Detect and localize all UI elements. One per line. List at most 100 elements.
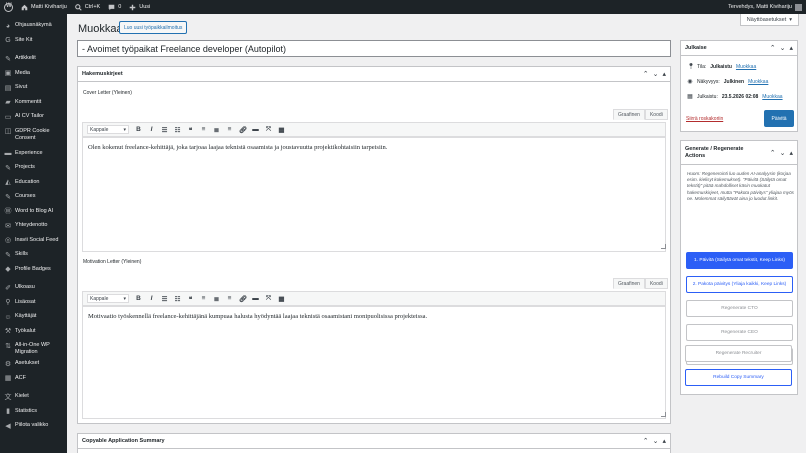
add-new-button[interactable]: Luo uusi työpaikkailmoitus	[119, 21, 188, 34]
tab-visual[interactable]: Graafinen	[613, 109, 645, 120]
update-keep-texts-button[interactable]: 1. Päivitä (Säilytä omat tekstit, Keep L…	[686, 252, 793, 269]
tab-code[interactable]: Koodi	[644, 278, 668, 289]
update-button[interactable]: Päivitä	[764, 110, 794, 127]
fullscreen-icon[interactable]: ⤧	[265, 126, 272, 134]
stats-icon: ▮	[6, 408, 10, 415]
regenerate-recruiter-button[interactable]: Regenerate Recruiter	[685, 345, 792, 362]
resize-handle[interactable]	[661, 244, 666, 249]
sidebar-item[interactable]: ▬ Experience	[0, 148, 67, 163]
format-select[interactable]: Kappale ▾	[87, 294, 129, 303]
move-up-icon[interactable]: ⌃	[770, 149, 776, 157]
sidebar-item[interactable]: ✐ Ulkoasu	[0, 282, 67, 297]
motivation-letter-label: Motivation Letter (Yleinen)	[83, 259, 142, 265]
toggle-icon[interactable]: ▴	[789, 149, 793, 157]
align-center-icon[interactable]: ≣	[213, 126, 220, 134]
comments-menu[interactable]: 0	[108, 4, 121, 11]
move-down-icon[interactable]: ⌄	[780, 44, 786, 52]
sidebar-item-label: Sivut	[15, 84, 28, 90]
bullet-list-icon[interactable]: ☰	[161, 295, 168, 303]
sidebar-item[interactable]: ⚙ Asetukset	[0, 358, 67, 373]
blockquote-icon[interactable]: ❝	[187, 126, 194, 134]
sidebar-item[interactable]: ▭ AI CV Tailor	[0, 111, 67, 126]
move-down-icon[interactable]: ⌄	[653, 437, 659, 445]
move-up-icon[interactable]: ⌃	[770, 44, 776, 52]
link-icon[interactable]: 🔗︎	[239, 295, 247, 303]
sidebar-item[interactable]: ◕ Ohjausnäkymä	[0, 20, 67, 35]
screen-options-button[interactable]: Näyttöasetukset ▾	[739, 14, 799, 26]
sidebar-item[interactable]: ▰ Kommentit	[0, 97, 67, 112]
italic-icon[interactable]: I	[148, 126, 155, 133]
rebuild-copy-summary-button[interactable]: Rebuild Copy Summary	[685, 369, 792, 386]
move-up-icon[interactable]: ⌃	[643, 70, 649, 78]
sidebar-item[interactable]: ◭ Education	[0, 177, 67, 192]
sidebar-item[interactable]: ✎ Projects	[0, 162, 67, 177]
cover-letter-editor[interactable]: Olen kokenut freelance-kehittäjä, joka t…	[82, 137, 666, 252]
regenerate-ceo-button[interactable]: Regenerate CEO	[686, 324, 793, 341]
move-down-icon[interactable]: ⌄	[780, 149, 786, 157]
post-title-input[interactable]: - Avoimet työpaikat Freelance developer …	[77, 40, 671, 57]
toggle-icon[interactable]: ▴	[662, 70, 666, 78]
italic-icon[interactable]: I	[148, 295, 155, 302]
tab-code[interactable]: Koodi	[644, 109, 668, 120]
command-palette-button[interactable]: Ctrl+K	[74, 3, 100, 11]
toggle-icon[interactable]: ▴	[662, 437, 666, 445]
bullet-list-icon[interactable]: ☰	[161, 126, 168, 134]
align-left-icon[interactable]: ≡	[200, 295, 207, 302]
regenerate-cto-button[interactable]: Regenerate CTO	[686, 300, 793, 317]
edit-date-link[interactable]: Muokkaa	[762, 94, 782, 100]
move-up-icon[interactable]: ⌃	[643, 437, 649, 445]
sidebar-item[interactable]: ⚲ Lisäosat	[0, 297, 67, 312]
sidebar-item[interactable]: ✎ Skills	[0, 249, 67, 264]
sidebar-item[interactable]: ✎ Courses	[0, 191, 67, 206]
align-right-icon[interactable]: ≡	[226, 295, 233, 302]
sidebar-item[interactable]: ⚒ Työkalut	[0, 326, 67, 341]
wordpress-logo-menu[interactable]	[4, 2, 13, 12]
sidebar-item[interactable]: G Site Kit	[0, 35, 67, 50]
move-to-trash-link[interactable]: Siirrä roskakoriin	[686, 116, 723, 122]
force-update-button[interactable]: 2. Pakota päivitys (Yliaja kaikki, Keep …	[686, 276, 793, 293]
numbered-list-icon[interactable]: ☷	[174, 126, 181, 134]
edit-status-link[interactable]: Muokkaa	[736, 64, 756, 70]
align-left-icon[interactable]: ≡	[200, 126, 207, 133]
tab-visual[interactable]: Graafinen	[613, 278, 645, 289]
new-content-menu[interactable]: Uusi	[129, 4, 150, 11]
move-down-icon[interactable]: ⌄	[653, 70, 659, 78]
read-more-icon[interactable]: ▬	[252, 295, 259, 302]
align-center-icon[interactable]: ≣	[213, 295, 220, 303]
bold-icon[interactable]: B	[135, 126, 142, 133]
fullscreen-icon[interactable]: ⤧	[265, 295, 272, 303]
toolbar-toggle-icon[interactable]: ▦	[278, 295, 285, 303]
blockquote-icon[interactable]: ❝	[187, 295, 194, 303]
toolbar-toggle-icon[interactable]: ▦	[278, 126, 285, 134]
sidebar-item[interactable]: ▣ Media	[0, 68, 67, 83]
sidebar-item[interactable]: ▤ Sivut	[0, 82, 67, 97]
link-icon[interactable]: 🔗︎	[239, 126, 247, 134]
sidebar-item[interactable]: ⇅ All-in-One WP Migration	[0, 340, 67, 358]
acf-icon: ▦	[4, 375, 12, 382]
motivation-letter-editor[interactable]: Motivaatio työskennellä freelance-kehitt…	[82, 306, 666, 419]
tools-icon: ⚒	[4, 328, 12, 335]
sidebar-item[interactable]: ✉ Yhteydenotto	[0, 220, 67, 235]
sidebar-item[interactable]: ◫ GDPR Cookie Consent	[0, 126, 67, 144]
edit-visibility-link[interactable]: Muokkaa	[748, 79, 768, 85]
numbered-list-icon[interactable]: ☷	[174, 295, 181, 303]
toggle-icon[interactable]: ▴	[789, 44, 793, 52]
sidebar-item[interactable]: ☺ Käyttäjät	[0, 311, 67, 326]
read-more-icon[interactable]: ▬	[252, 126, 259, 133]
sidebar-item[interactable]: Ⓦ Word to Blog AI	[0, 206, 67, 221]
greeting: Tervehdys, Matti Kivihariju	[728, 4, 792, 10]
my-account-menu[interactable]: Tervehdys, Matti Kivihariju	[728, 3, 802, 11]
align-right-icon[interactable]: ≡	[226, 126, 233, 133]
format-select[interactable]: Kappale ▾	[87, 125, 129, 134]
resize-handle[interactable]	[661, 412, 666, 417]
sidebar-item[interactable]: ✎ Artikkelit	[0, 53, 67, 68]
sidebar-item[interactable]: ◎ Inavii Social Feed	[0, 235, 67, 250]
sidebar-item[interactable]: ◆ Profile Badges	[0, 264, 67, 279]
site-name-menu[interactable]: Matti Kivihariju	[21, 4, 67, 11]
sidebar-item-label: Lisäosat	[15, 298, 36, 305]
sidebar-item[interactable]: 文 Kielet	[0, 391, 67, 406]
sidebar-item[interactable]: ▮ Statistics	[0, 406, 67, 421]
sidebar-item[interactable]: ▦ ACF	[0, 373, 67, 388]
bold-icon[interactable]: B	[135, 295, 142, 302]
sidebar-item[interactable]: ◀ Piilota valikko	[0, 420, 67, 435]
